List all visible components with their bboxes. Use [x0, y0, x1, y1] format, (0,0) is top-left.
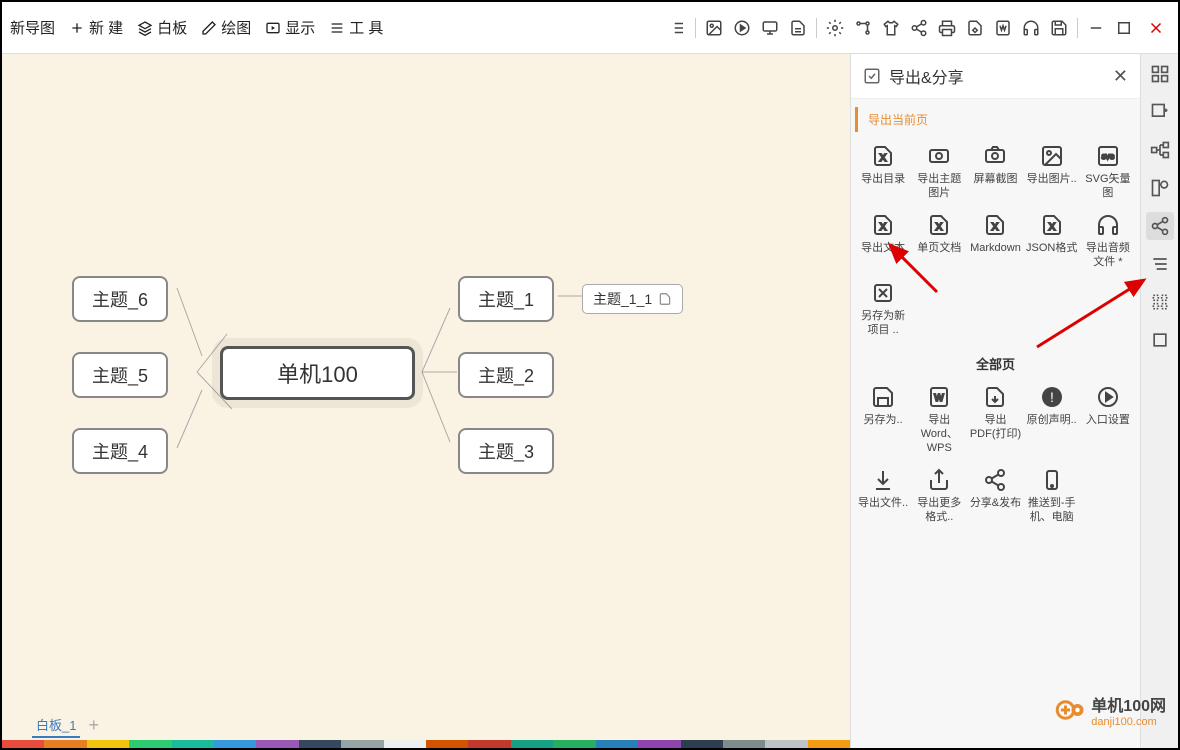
node-central[interactable]: 单机100	[220, 346, 415, 400]
export-image[interactable]: 导出图片..	[1026, 140, 1078, 205]
word-icon[interactable]	[993, 18, 1013, 38]
play-icon	[265, 20, 281, 36]
right-sidebar	[1140, 54, 1178, 748]
export-json[interactable]: XJSON格式	[1026, 209, 1078, 274]
export-topic-img[interactable]: 导出主题图片	[913, 140, 965, 205]
image-icon[interactable]	[704, 18, 724, 38]
original-claim[interactable]: !原创声明..	[1026, 381, 1078, 460]
maximize-icon[interactable]	[1114, 18, 1134, 38]
rside-outline-icon[interactable]	[1146, 250, 1174, 278]
share-icon[interactable]	[909, 18, 929, 38]
watermark-logo-icon	[1055, 695, 1085, 725]
rside-style-icon[interactable]	[1146, 174, 1174, 202]
svg-text:W: W	[935, 393, 945, 404]
svg-text:X: X	[992, 222, 999, 233]
node-topic-5[interactable]: 主题_5	[72, 352, 168, 398]
export-svg[interactable]: SVGSVG矢量图	[1082, 140, 1134, 205]
doc-icon[interactable]	[788, 18, 808, 38]
menu-icon	[329, 20, 345, 36]
rside-grid-icon[interactable]	[1146, 288, 1174, 316]
list-icon[interactable]	[667, 18, 687, 38]
node-topic-3[interactable]: 主题_3	[458, 428, 554, 474]
rside-link-icon[interactable]	[1146, 136, 1174, 164]
pdf-icon[interactable]	[965, 18, 985, 38]
panel-close-button[interactable]: ✕	[1113, 66, 1128, 87]
export-panel: 导出&分享 ✕ 导出当前页 X导出目录 导出主题图片 屏幕截图 导出图片.. S…	[850, 54, 1140, 748]
headphone-icon[interactable]	[1021, 18, 1041, 38]
print-icon[interactable]	[937, 18, 957, 38]
export-text[interactable]: X导出文本	[857, 209, 909, 274]
new-button[interactable]: 新 建	[69, 17, 123, 38]
rside-structure-icon[interactable]	[1146, 60, 1174, 88]
svg-text:SVG: SVG	[1102, 155, 1115, 161]
gear-icon[interactable]	[825, 18, 845, 38]
draw-button[interactable]: 绘图	[201, 17, 251, 38]
section-current-page: 导出当前页	[855, 107, 1136, 132]
node-topic-1[interactable]: 主题_1	[458, 276, 554, 322]
play-circle-icon[interactable]	[732, 18, 752, 38]
export-markdown[interactable]: XMarkdown	[969, 209, 1021, 274]
node-topic-1-1[interactable]: 主题_1_1	[582, 284, 683, 314]
save-new-project[interactable]: 另存为新项目 ..	[857, 277, 909, 342]
save-as[interactable]: 另存为..	[857, 381, 909, 460]
svg-text:X: X	[880, 222, 887, 233]
export-catalog[interactable]: X导出目录	[857, 140, 909, 205]
svg-text:!: !	[1050, 389, 1054, 405]
page-icon	[658, 292, 672, 306]
shirt-icon[interactable]	[881, 18, 901, 38]
canvas[interactable]: 主题_6 主题_5 主题_4 单机100 主题_1 主题_2 主题_3 主题_1…	[2, 54, 850, 748]
app-title[interactable]: 新导图	[10, 17, 55, 38]
rside-share-icon[interactable]	[1146, 212, 1174, 240]
svg-text:X: X	[880, 153, 887, 164]
push-device[interactable]: 推送到-手机、电脑	[1026, 464, 1078, 529]
node-topic-6[interactable]: 主题_6	[72, 276, 168, 322]
tools-button[interactable]: 工 具	[329, 17, 383, 38]
entry-setting[interactable]: 入口设置	[1082, 381, 1134, 460]
export-pdf[interactable]: 导出PDF(打印)	[969, 381, 1021, 460]
node-topic-2[interactable]: 主题_2	[458, 352, 554, 398]
share-publish[interactable]: 分享&发布	[969, 464, 1021, 529]
tree-icon[interactable]	[853, 18, 873, 38]
pencil-icon	[201, 20, 217, 36]
monitor-icon[interactable]	[760, 18, 780, 38]
panel-title: 导出&分享	[889, 64, 964, 88]
plus-icon	[69, 20, 85, 36]
export-more[interactable]: 导出更多格式..	[913, 464, 965, 529]
export-single-doc[interactable]: X单页文档	[913, 209, 965, 274]
close-icon[interactable]	[1142, 18, 1170, 38]
color-strip	[2, 740, 850, 748]
tab-whiteboard-1[interactable]: 白板_1	[32, 713, 80, 738]
export-file[interactable]: 导出文件..	[857, 464, 909, 529]
svg-text:X: X	[1048, 222, 1055, 233]
export-icon	[863, 67, 881, 85]
save-icon[interactable]	[1049, 18, 1069, 38]
minimize-icon[interactable]	[1086, 18, 1106, 38]
svg-text:X: X	[936, 222, 943, 233]
export-audio[interactable]: 导出音频文件 *	[1082, 209, 1134, 274]
watermark: 单机100网danji100.com	[1055, 692, 1166, 728]
export-screenshot[interactable]: 屏幕截图	[969, 140, 1021, 205]
export-word[interactable]: W导出Word、WPS	[913, 381, 965, 460]
rside-add-icon[interactable]	[1146, 98, 1174, 126]
tab-add-button[interactable]: +	[88, 715, 99, 736]
layers-icon	[137, 20, 153, 36]
whiteboard-button[interactable]: 白板	[137, 17, 187, 38]
node-topic-4[interactable]: 主题_4	[72, 428, 168, 474]
section-all-pages: 全部页	[851, 346, 1140, 377]
display-button[interactable]: 显示	[265, 17, 315, 38]
rside-frame-icon[interactable]	[1146, 326, 1174, 354]
top-toolbar: 新导图 新 建 白板 绘图 显示 工 具	[2, 2, 1178, 54]
